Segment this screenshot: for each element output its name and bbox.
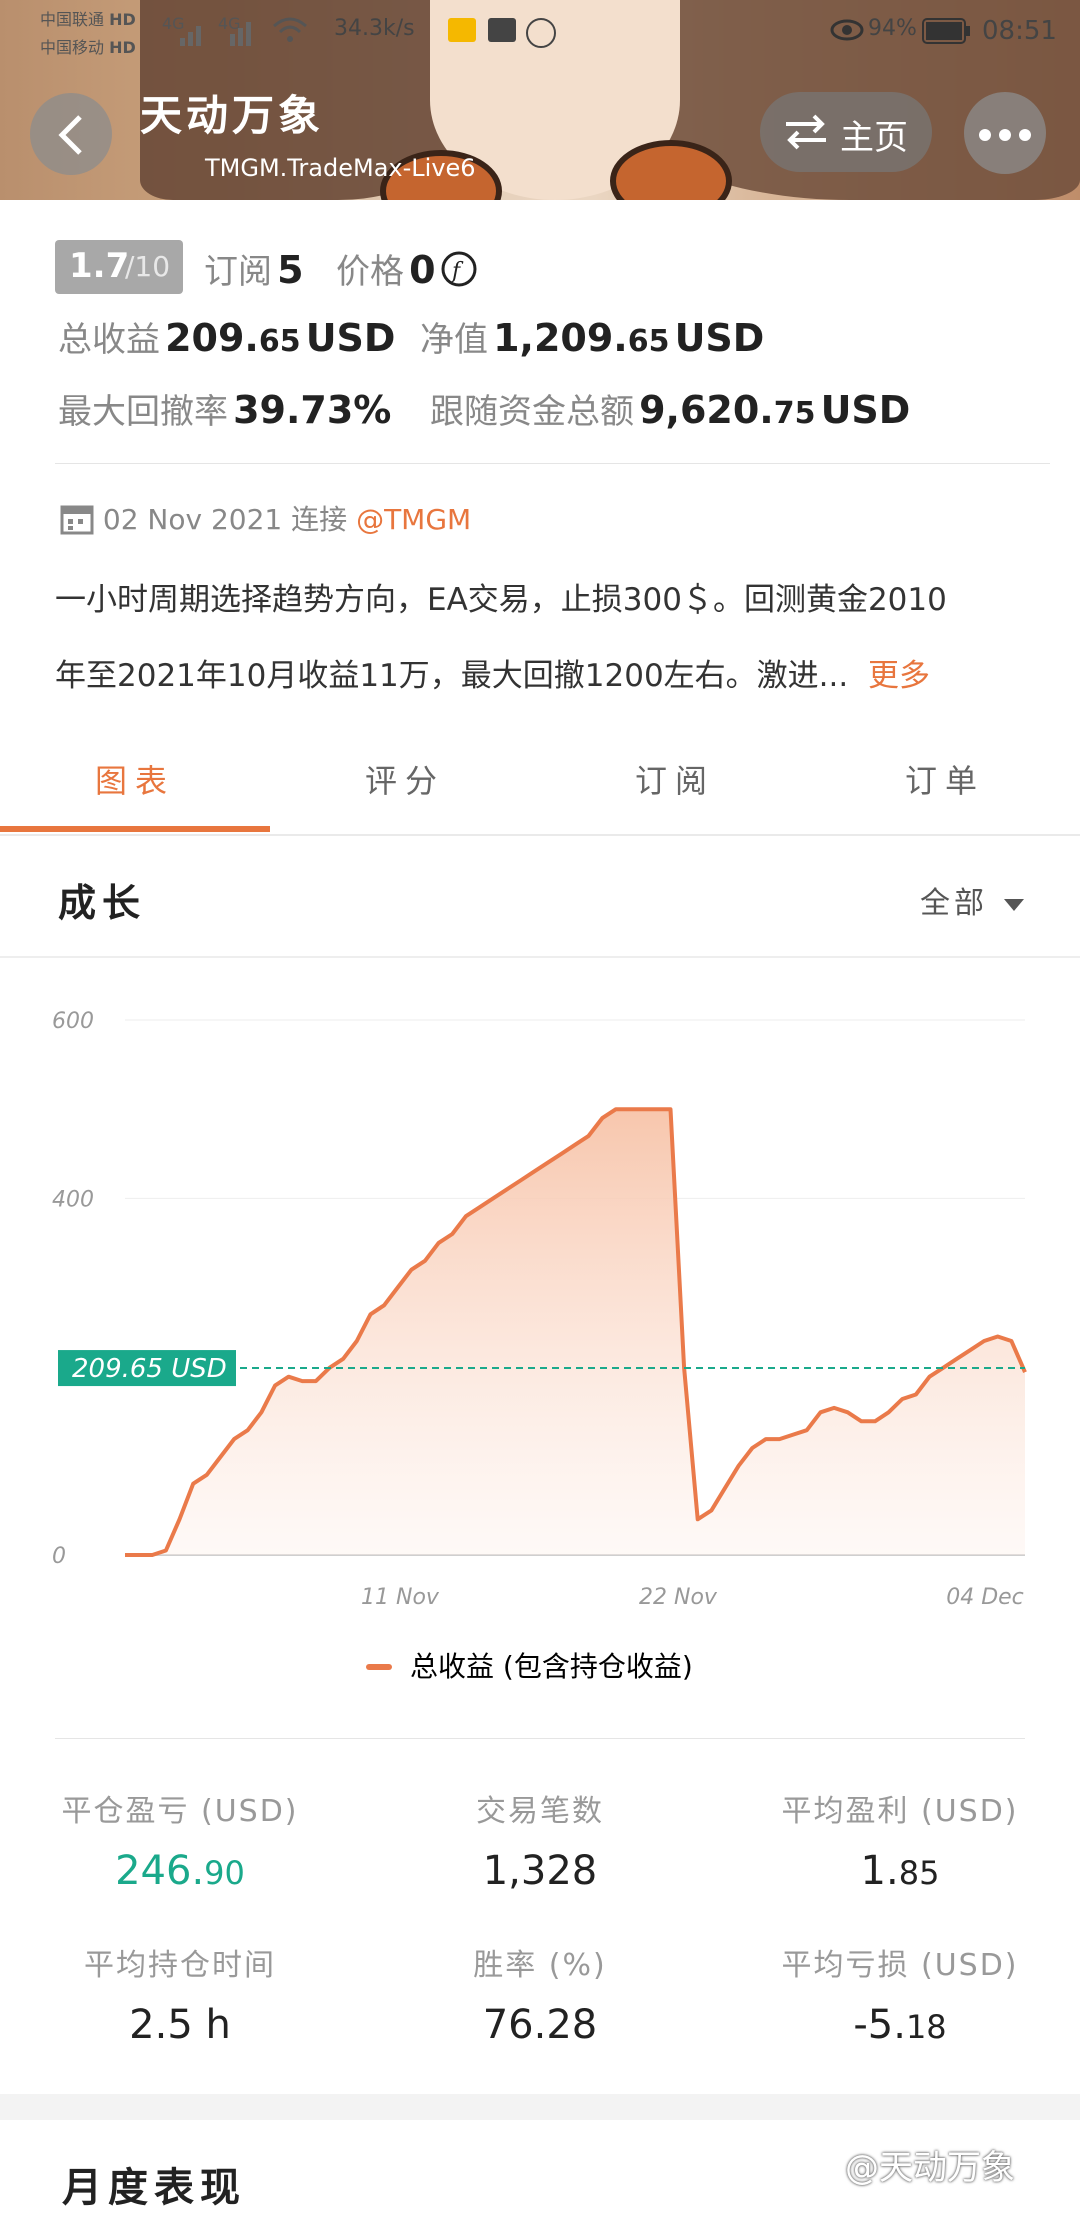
wifi-icon	[272, 16, 308, 48]
home-button[interactable]: 主页	[760, 92, 932, 172]
growth-area	[125, 1109, 1025, 1555]
svg-text:f: f	[450, 259, 464, 284]
eye-comfort-icon	[830, 18, 864, 46]
back-button[interactable]	[30, 93, 112, 175]
metric-value: 1,328	[482, 1848, 598, 1894]
description-line-2: 年至2021年10月收益11万，最大回撤1200左右。激进... 更多	[55, 658, 930, 694]
rating-value: 1.7	[69, 246, 130, 286]
broker-link[interactable]: @TMGM	[356, 503, 471, 536]
period-filter-dropdown[interactable]: 全部	[920, 878, 1026, 922]
divider	[55, 1738, 1025, 1739]
clock: 08:51	[982, 16, 1057, 46]
mail-notification-icon	[448, 18, 476, 42]
equity: 净值 1,209.65 USD	[420, 316, 765, 360]
network-speed: 34.3k/s	[334, 16, 415, 41]
metric-label: 平仓盈亏 (USD)	[61, 1794, 299, 1829]
total-profit: 总收益 209.65 USD	[58, 316, 396, 360]
connect-label: 连接	[291, 503, 348, 536]
connect-info: 02 Nov 2021 连接 @TMGM	[60, 498, 471, 538]
divider	[55, 463, 1050, 464]
y-tick-label: 400	[52, 1187, 94, 1212]
connect-date: 02 Nov 2021	[102, 503, 283, 536]
tab-orders[interactable]: 订单	[810, 756, 1080, 802]
tab-chart[interactable]: 图表	[0, 756, 270, 802]
current-value-label: 209.65 USD	[72, 1354, 227, 1384]
active-tab-indicator	[0, 826, 270, 832]
growth-title: 成长	[58, 881, 147, 925]
x-tick-label: 04 Dec	[946, 1585, 1024, 1610]
divider	[0, 834, 1080, 836]
coin-icon: f	[441, 251, 477, 287]
divider	[0, 956, 1080, 958]
price: 价格 0 f	[336, 244, 477, 293]
legend-swatch	[366, 1664, 392, 1670]
home-button-label: 主页	[840, 118, 908, 158]
tab-rating[interactable]: 评分	[270, 756, 540, 802]
tab-subscribe[interactable]: 订阅	[540, 756, 810, 802]
follow-funds: 跟随资金总额 9,620.75 USD	[430, 388, 911, 432]
watermark: @天动万象	[845, 2148, 1015, 2188]
max-drawdown: 最大回撤率 39.73%	[58, 388, 392, 432]
swap-icon	[786, 114, 826, 150]
metric-value: 1.85	[860, 1848, 940, 1894]
x-tick-label: 11 Nov	[361, 1585, 440, 1610]
x-tick-label: 22 Nov	[639, 1585, 718, 1610]
metric-label: 平均持仓时间	[84, 1948, 276, 1983]
app-notification-icon	[488, 18, 516, 42]
more-link[interactable]: 更多	[868, 658, 930, 694]
period-filter-value: 全部	[920, 886, 988, 921]
monthly-performance-title: 月度表现	[62, 2165, 246, 2211]
carrier-1: 中国联通 HD	[40, 10, 136, 29]
subscribe-count: 订阅 5	[204, 248, 304, 292]
metric-label: 交易笔数	[476, 1794, 604, 1829]
chevron-left-icon	[58, 115, 82, 155]
description-line-1: 一小时周期选择趋势方向，EA交易，止损300＄。回测黄金2010	[55, 582, 947, 618]
y-tick-label: 0	[52, 1544, 66, 1569]
metric-value: 2.5 h	[129, 2002, 231, 2048]
more-button[interactable]	[964, 92, 1046, 174]
caret-down-icon	[1003, 899, 1024, 911]
chart-legend: 总收益 (包含持仓收益)	[366, 1650, 693, 1683]
rating-total: /10	[125, 250, 171, 283]
app-notification-icon	[526, 18, 556, 48]
metric-label: 平均亏损 (USD)	[781, 1948, 1019, 1983]
legend-label: 总收益 (包含持仓收益)	[410, 1650, 693, 1683]
battery-icon	[922, 18, 972, 48]
calendar-icon	[60, 505, 94, 535]
growth-chart: 600 400 0 209.65 USD 11 Nov 22 Nov 04 Dec 总收…	[52, 1009, 1027, 1683]
section-separator	[0, 2094, 1080, 2120]
rating-badge: 1.7 /10	[55, 240, 183, 294]
battery-percent: 94%	[868, 16, 917, 41]
y-tick-label: 600	[52, 1009, 94, 1034]
metric-label: 胜率 (%)	[473, 1948, 607, 1983]
carrier-2: 中国移动 HD	[40, 38, 136, 57]
metric-label: 平均盈利 (USD)	[781, 1794, 1019, 1829]
page-title: 天动万象	[140, 91, 325, 140]
metric-value: 76.28	[482, 2002, 598, 2048]
metric-value: -5.18	[853, 2002, 947, 2048]
account-subtitle: TMGM.TradeMax-Live6	[205, 154, 476, 182]
signal-icon	[180, 20, 260, 50]
metric-value: 246.90	[115, 1848, 245, 1894]
